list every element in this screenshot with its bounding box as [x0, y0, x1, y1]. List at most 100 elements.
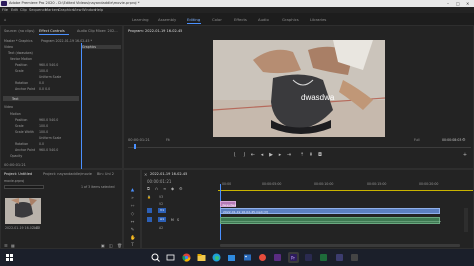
ec-row-motion[interactable]: Motion — [10, 112, 21, 116]
timeline-horizontal-scrollbar[interactable] — [220, 244, 460, 247]
home-icon[interactable]: ⌂ — [4, 17, 6, 22]
add-button-icon[interactable]: + — [462, 152, 468, 158]
menu-view[interactable]: View — [73, 8, 82, 12]
ec-value-anchor-point[interactable]: 0.0 0.0 — [39, 87, 50, 91]
app4-icon[interactable] — [318, 252, 329, 263]
track-header-v3[interactable]: 🔒 V3 — [147, 194, 217, 201]
track-header-a2[interactable]: A2 — [147, 225, 217, 232]
ec-row-uniform-scale-2[interactable]: Uniform Scale — [39, 136, 61, 140]
new-bin-icon[interactable]: ▣ — [101, 243, 105, 248]
add-marker-icon[interactable]: ◆ — [171, 186, 174, 191]
timeline-close-icon[interactable]: ✕ — [144, 172, 147, 177]
ec-timecode[interactable]: 00:00:01:21 — [4, 163, 26, 167]
pen-tool-icon[interactable]: ✎ — [130, 228, 135, 233]
selection-tool-icon[interactable]: ▲ — [130, 188, 135, 193]
solo-icon[interactable]: S — [177, 218, 179, 222]
workspace-effects[interactable]: Effects — [234, 17, 247, 22]
menu-clip[interactable]: Clip — [20, 8, 27, 12]
taskview-icon[interactable] — [165, 252, 176, 263]
search-icon[interactable] — [150, 252, 161, 263]
edge-icon[interactable] — [211, 252, 222, 263]
track-target-a1[interactable]: A1 — [158, 217, 166, 222]
ec-row-uniform-scale[interactable]: Uniform Scale — [39, 75, 61, 79]
minimize-button[interactable]: – — [447, 1, 449, 6]
workspace-libraries[interactable]: Libraries — [310, 17, 326, 22]
project-search-input[interactable] — [4, 185, 44, 189]
quality-dropdown[interactable]: Full — [414, 138, 419, 142]
menu-help[interactable]: Help — [95, 8, 103, 12]
menu-edit[interactable]: Edit — [11, 8, 18, 12]
trash-icon[interactable]: 🗑 — [117, 243, 122, 248]
snap-icon[interactable]: ∩ — [155, 186, 158, 191]
photos-icon[interactable] — [242, 252, 253, 263]
windows-icon[interactable] — [4, 252, 15, 263]
go-to-out-icon[interactable]: ⇥ — [286, 152, 292, 158]
timeline-timecode[interactable]: 00:00:01:21 — [147, 179, 171, 184]
icon-view-icon[interactable]: ▦ — [11, 243, 15, 248]
mark-in-icon[interactable]: ⌊ — [232, 152, 238, 158]
program-current-timecode[interactable]: 00:00:01:21 — [128, 138, 150, 142]
master-label[interactable]: Master * Graphics — [4, 39, 33, 43]
ec-value-rotation-2[interactable]: 0.0 — [39, 142, 44, 146]
go-to-in-icon[interactable]: ⇤ — [250, 152, 256, 158]
program-playhead[interactable] — [134, 144, 136, 149]
menu-graphics[interactable]: Graphics — [58, 8, 74, 12]
wrench-icon[interactable]: ⚙ — [462, 137, 466, 142]
ec-row-vector-motion[interactable]: Vector Motion — [10, 57, 32, 61]
list-view-icon[interactable]: ☰ — [4, 243, 8, 248]
tab-project-untitled[interactable]: Project: Untitled — [4, 172, 32, 176]
export-frame-icon[interactable]: ◘ — [317, 152, 323, 158]
ec-row-text-selected[interactable]: Text — [3, 96, 79, 101]
ec-value-anchor-point-2[interactable]: 960.0 540.0 — [39, 148, 58, 152]
ripple-edit-tool-icon[interactable]: ⇿ — [130, 204, 135, 209]
program-video-frame[interactable]: dwasdwa — [213, 40, 385, 137]
maximize-button[interactable]: □ — [456, 1, 460, 6]
workspace-color[interactable]: Color — [212, 17, 222, 22]
ec-value-position[interactable]: 960.0 540.0 — [39, 63, 58, 67]
sequence-label[interactable]: Program 2022-01-19 16-02-45 * — [41, 39, 92, 43]
program-monitor-title[interactable]: Program: 2022-01-19 16-02-45 — [128, 29, 182, 33]
video-clip[interactable]: 2022-01-19 16-02-45.mp4 [V] — [220, 208, 440, 214]
slip-tool-icon[interactable]: ↔ — [130, 220, 135, 225]
tab-bin[interactable]: Bin: Uni 2 — [97, 172, 114, 176]
nest-icon[interactable]: ⧉ — [147, 186, 150, 191]
program-scrub-bar[interactable] — [128, 147, 471, 148]
ec-row-opacity[interactable]: Opacity — [10, 154, 22, 158]
graphic-clip[interactable]: dwasdwa — [220, 201, 236, 207]
tab-source[interactable]: Source: (no clips) — [4, 29, 34, 33]
premiere-icon[interactable]: Pr — [288, 252, 299, 263]
menu-file[interactable]: File — [2, 8, 8, 12]
store-icon[interactable] — [226, 252, 237, 263]
step-forward-icon[interactable]: ▸ — [277, 152, 283, 158]
razor-tool-icon[interactable]: ◇ — [130, 212, 135, 217]
workspace-learning[interactable]: Learning — [132, 17, 148, 22]
track-target-v1[interactable]: V1 — [158, 208, 166, 213]
app1-icon[interactable] — [257, 252, 268, 263]
source-patch-a1[interactable] — [147, 217, 152, 222]
mark-out-icon[interactable]: ⌋ — [241, 152, 247, 158]
new-item-icon[interactable]: ◫ — [109, 243, 113, 248]
tab-project-movie[interactable]: Project: nayandaddle/movie — [43, 172, 92, 176]
workspace-editing[interactable]: Editing — [187, 17, 200, 22]
ec-value-position-2[interactable]: 960.0 540.0 — [39, 118, 58, 122]
type-tool-icon[interactable]: T — [130, 243, 135, 248]
audio-clip[interactable] — [220, 217, 441, 224]
step-back-icon[interactable]: ◂ — [259, 152, 265, 158]
timeline-vertical-scrollbar[interactable] — [464, 208, 468, 232]
ec-value-scale[interactable]: 100.0 — [39, 69, 48, 73]
ec-row-text-dwasdwa[interactable]: Text (dwasdwa) — [8, 51, 33, 55]
app6-icon[interactable] — [349, 252, 360, 263]
tab-effect-controls[interactable]: Effect Controls — [39, 29, 65, 33]
work-area-bar[interactable] — [218, 190, 473, 191]
app2-icon[interactable] — [272, 252, 283, 263]
hand-tool-icon[interactable]: ✋ — [130, 236, 136, 241]
mute-icon[interactable]: M — [171, 218, 174, 222]
workspace-graphics[interactable]: Graphics — [282, 17, 299, 22]
track-header-v2[interactable]: V2 — [147, 201, 217, 208]
graphic-overlay-text[interactable]: dwasdwa — [301, 93, 334, 102]
ec-value-rotation[interactable]: 0.0 — [39, 81, 44, 85]
track-header-a1[interactable]: A1 M S — [147, 217, 217, 224]
fit-dropdown[interactable]: Fit — [166, 138, 170, 142]
lift-icon[interactable]: ⇡ — [299, 152, 305, 158]
source-patch-v1[interactable] — [147, 208, 152, 213]
